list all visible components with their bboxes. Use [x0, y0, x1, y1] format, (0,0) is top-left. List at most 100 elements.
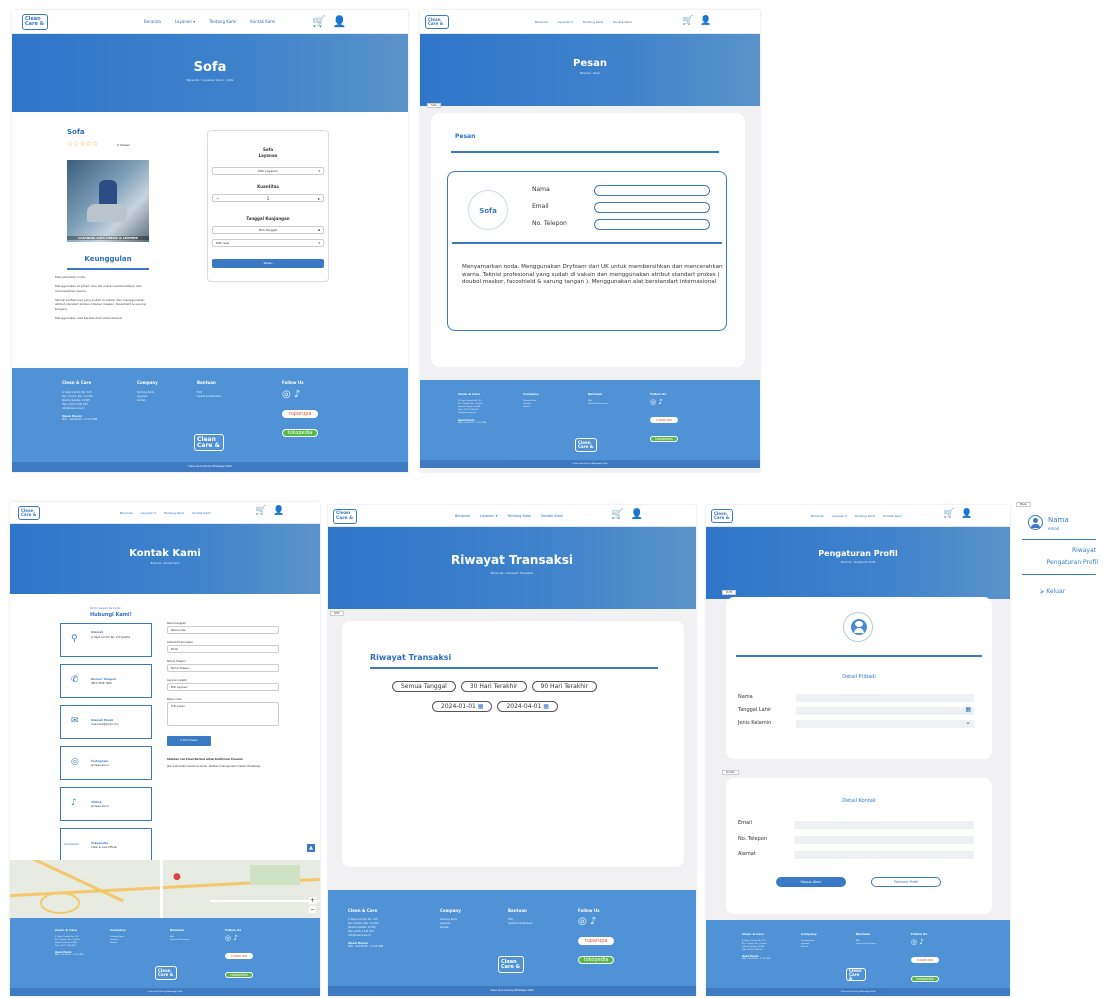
- filter-90-days[interactable]: 90 Hari Terakhir: [531, 681, 598, 692]
- email-input[interactable]: [594, 202, 710, 213]
- menu-profile-settings[interactable]: Pengaturan Profil: [1014, 559, 1098, 566]
- plus-icon[interactable]: ▸: [318, 195, 320, 202]
- avatar[interactable]: [843, 612, 873, 642]
- cart-icon[interactable]: 🛒: [611, 509, 623, 520]
- birth-date-input[interactable]: ▦: [796, 706, 974, 715]
- gender-select[interactable]: ⌄: [796, 718, 974, 728]
- ruparupa-badge[interactable]: ruparupa: [225, 953, 253, 959]
- tiktok-icon[interactable]: ♪: [658, 398, 662, 406]
- nav-services[interactable]: Layanan ▾: [480, 514, 498, 518]
- session-select[interactable]: Pilih Sesi ▾: [212, 239, 324, 247]
- menu-logout[interactable]: ⮚ Keluar: [1040, 588, 1065, 596]
- cart-icon[interactable]: 🛒: [943, 509, 954, 519]
- ruparupa-badge[interactable]: ruparupa: [578, 937, 614, 945]
- nav-contact[interactable]: Kontak Kami: [192, 511, 211, 515]
- contact-card[interactable]: ♪ Tiktok @cleancare.id: [60, 787, 152, 821]
- footer-link[interactable]: Kontak: [110, 942, 126, 945]
- cart-icon[interactable]: 🛒: [255, 506, 266, 516]
- nav-home[interactable]: Beranda: [120, 511, 133, 515]
- instagram-icon[interactable]: ◎: [225, 934, 231, 942]
- footer-link[interactable]: Syarat & Ketentuan: [508, 922, 533, 926]
- footer-link[interactable]: Kontak: [137, 399, 158, 403]
- tokopedia-badge[interactable]: tokopedia: [578, 956, 614, 964]
- footer-link[interactable]: Kontak: [440, 926, 461, 930]
- zoom-out-icon[interactable]: −: [309, 906, 316, 913]
- footer-link[interactable]: Syarat & Ketentuan: [588, 403, 608, 406]
- user-icon[interactable]: 👤: [273, 506, 284, 516]
- scroll-top-button[interactable]: ▲: [307, 844, 315, 852]
- tokopedia-badge[interactable]: tokopedia: [650, 436, 678, 442]
- logo[interactable]: Clean Care &: [425, 15, 449, 29]
- footer-link[interactable]: Syarat & Ketentuan: [197, 395, 222, 399]
- quantity-stepper[interactable]: − 1 ▸: [212, 194, 324, 202]
- tokopedia-badge[interactable]: tokopedia: [225, 972, 253, 978]
- email-field[interactable]: Email: [167, 645, 279, 653]
- nav-about[interactable]: Tentang Kami: [855, 514, 875, 518]
- filter-all[interactable]: Semua Tanggal: [392, 681, 456, 692]
- nav-home[interactable]: Beranda: [535, 20, 548, 24]
- phone-input[interactable]: [594, 219, 710, 230]
- instagram-icon[interactable]: ◎: [650, 398, 656, 406]
- nav-about[interactable]: Tentang Kami: [583, 20, 603, 24]
- name-input[interactable]: [796, 694, 974, 702]
- instagram-icon[interactable]: ◎: [911, 938, 917, 946]
- ruparupa-badge[interactable]: ruparupa: [650, 417, 678, 423]
- instagram-icon[interactable]: ◎: [282, 389, 291, 400]
- minus-icon[interactable]: −: [216, 195, 219, 202]
- date-to-input[interactable]: 2024-04-01 ▦: [497, 701, 558, 712]
- email-input[interactable]: [794, 821, 974, 829]
- zoom-in-icon[interactable]: +: [309, 897, 316, 904]
- nav-home[interactable]: Beranda: [811, 514, 824, 518]
- nav-services[interactable]: Layanan ▾: [175, 19, 195, 24]
- tokopedia-badge[interactable]: tokopedia: [911, 976, 939, 982]
- message-textarea[interactable]: Tulis pesan: [167, 702, 279, 726]
- logo[interactable]: Clean Care &: [22, 14, 48, 30]
- send-button[interactable]: ➤ Kirim Pesan: [167, 736, 211, 746]
- contact-card[interactable]: ◎ Instagram @cleancare.id: [60, 746, 152, 780]
- order-button[interactable]: Pesan: [212, 259, 324, 268]
- nav-services[interactable]: Layanan ▾: [558, 20, 573, 24]
- footer-link[interactable]: Syarat & Ketentuan: [170, 939, 190, 942]
- filter-30-days[interactable]: 30 Hari Terakhir: [460, 681, 527, 692]
- user-icon[interactable]: 👤: [961, 509, 972, 519]
- contact-card[interactable]: ⚲ Alamat Jl. Raya Contoh No. 123 Jakarta: [60, 623, 152, 657]
- nav-about[interactable]: Tentang Kami: [508, 514, 532, 518]
- delete-account-button[interactable]: Hapus Akun: [776, 877, 846, 887]
- tiktok-icon[interactable]: ♪: [233, 934, 237, 942]
- cart-icon[interactable]: 🛒: [682, 16, 693, 26]
- user-icon[interactable]: 👤: [630, 509, 642, 520]
- instagram-icon[interactable]: ◎: [578, 916, 587, 927]
- ruparupa-badge[interactable]: ruparupa: [911, 957, 939, 963]
- tiktok-icon[interactable]: ♪: [294, 389, 300, 400]
- date-from-input[interactable]: 2024-01-01 ▦: [432, 701, 493, 712]
- logo[interactable]: Clean Care &: [333, 509, 357, 524]
- tiktok-icon[interactable]: ♪: [919, 938, 923, 946]
- contact-card[interactable]: ✉ Alamat Email cleancare@gmail.com: [60, 705, 152, 739]
- user-icon[interactable]: 👤: [333, 15, 347, 28]
- nav-home[interactable]: Beranda: [144, 19, 161, 24]
- ruparupa-badge[interactable]: ruparupa: [282, 410, 318, 418]
- service-select[interactable]: Pilih Layanan ▾: [212, 167, 324, 175]
- contact-card[interactable]: ✆ Nomor Telepon 0812 3456 7890: [60, 664, 152, 698]
- menu-history[interactable]: Riwayat: [1014, 547, 1096, 554]
- nav-contact[interactable]: Kontak Kami: [541, 514, 563, 518]
- nav-contact[interactable]: Kontak Kami: [613, 20, 632, 24]
- nav-contact[interactable]: Kontak Kami: [883, 514, 902, 518]
- menu-avatar[interactable]: [1028, 515, 1043, 530]
- user-icon[interactable]: 👤: [700, 16, 711, 26]
- contact-card[interactable]: tokopedia Tokopedia Clean & Care Officia…: [60, 828, 152, 862]
- nav-about[interactable]: Tentang Kami: [209, 19, 236, 24]
- service-select[interactable]: Pilih Layanan: [167, 683, 279, 691]
- nav-about[interactable]: Tentang Kami: [164, 511, 184, 515]
- nav-services[interactable]: Layanan ▾: [141, 511, 156, 515]
- footer-link[interactable]: Syarat & Ketentuan: [856, 943, 876, 946]
- tiktok-icon[interactable]: ♪: [590, 916, 596, 927]
- address-input[interactable]: [794, 851, 974, 859]
- tokopedia-badge[interactable]: tokopedia: [282, 429, 318, 437]
- nav-contact[interactable]: Kontak Kami: [250, 19, 275, 24]
- footer-link[interactable]: Kontak: [523, 406, 539, 409]
- phone-input[interactable]: [794, 836, 974, 844]
- logo[interactable]: Clean Care &: [18, 506, 40, 520]
- name-input[interactable]: [594, 185, 710, 196]
- date-input[interactable]: Pilih Tanggal ▪: [212, 226, 324, 234]
